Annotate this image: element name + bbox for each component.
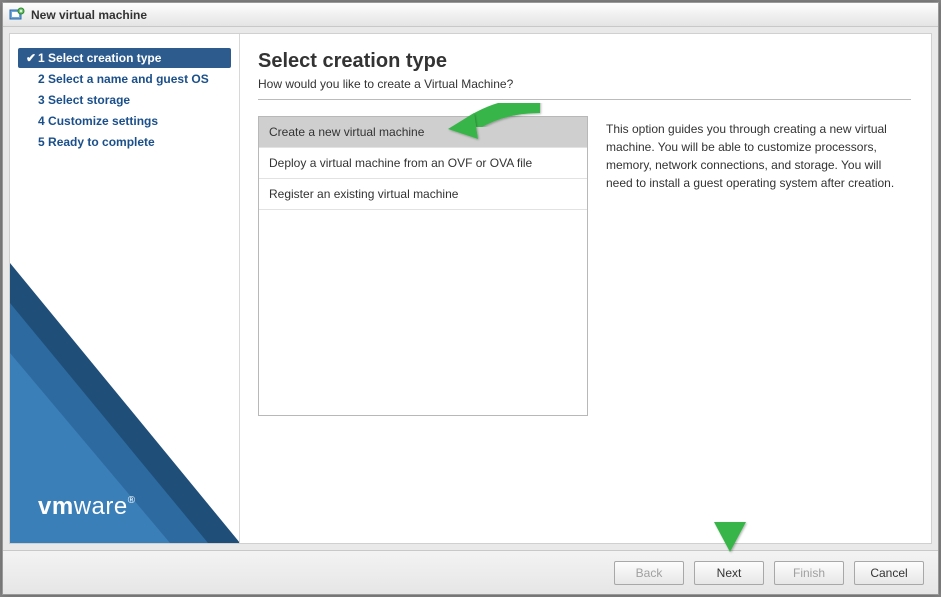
step-label: Select storage	[48, 93, 130, 107]
finish-button[interactable]: Finish	[774, 561, 844, 585]
creation-type-listbox[interactable]: Create a new virtual machine Deploy a vi…	[258, 116, 588, 416]
back-button[interactable]: Back	[614, 561, 684, 585]
step-num: 4	[38, 114, 45, 128]
wizard-dialog: New virtual machine ✔ 1 Select creation …	[2, 2, 939, 595]
brand-area: vmware®	[10, 263, 239, 543]
cancel-button[interactable]: Cancel	[854, 561, 924, 585]
step-customize-settings[interactable]: 4 Customize settings	[18, 111, 231, 131]
wizard-sidebar: ✔ 1 Select creation type 2 Select a name…	[10, 34, 240, 543]
options-split: Create a new virtual machine Deploy a vi…	[258, 116, 911, 533]
vmware-logo: vmware®	[38, 493, 136, 521]
step-num: 5	[38, 135, 45, 149]
main-panel: Select creation type How would you like …	[240, 34, 931, 543]
step-num: 3	[38, 93, 45, 107]
page-subtitle: How would you like to create a Virtual M…	[258, 77, 911, 100]
option-create-new-vm[interactable]: Create a new virtual machine	[259, 117, 587, 148]
step-label: Select a name and guest OS	[48, 72, 209, 86]
step-label: Select creation type	[48, 51, 161, 65]
page-title: Select creation type	[258, 50, 911, 73]
step-select-creation-type[interactable]: ✔ 1 Select creation type	[18, 48, 231, 68]
check-icon: ✔	[24, 51, 38, 65]
step-num: 2	[38, 72, 45, 86]
option-deploy-ovf[interactable]: Deploy a virtual machine from an OVF or …	[259, 148, 587, 179]
option-label: Deploy a virtual machine from an OVF or …	[269, 156, 532, 170]
option-label: Register an existing virtual machine	[269, 187, 458, 201]
option-register-existing[interactable]: Register an existing virtual machine	[259, 179, 587, 210]
step-label: Customize settings	[48, 114, 158, 128]
wizard-footer: Back Next Finish Cancel	[3, 550, 938, 594]
option-label: Create a new virtual machine	[269, 125, 424, 139]
wizard-steps: ✔ 1 Select creation type 2 Select a name…	[10, 34, 239, 161]
step-select-storage[interactable]: 3 Select storage	[18, 90, 231, 110]
next-button[interactable]: Next	[694, 561, 764, 585]
content-area: ✔ 1 Select creation type 2 Select a name…	[9, 33, 932, 544]
step-label: Ready to complete	[48, 135, 155, 149]
step-num: 1	[38, 51, 45, 65]
window-title: New virtual machine	[31, 8, 147, 22]
step-select-name-guest-os[interactable]: 2 Select a name and guest OS	[18, 69, 231, 89]
step-ready-to-complete[interactable]: 5 Ready to complete	[18, 132, 231, 152]
vm-icon	[9, 7, 25, 23]
option-description: This option guides you through creating …	[606, 116, 911, 533]
titlebar: New virtual machine	[3, 3, 938, 27]
